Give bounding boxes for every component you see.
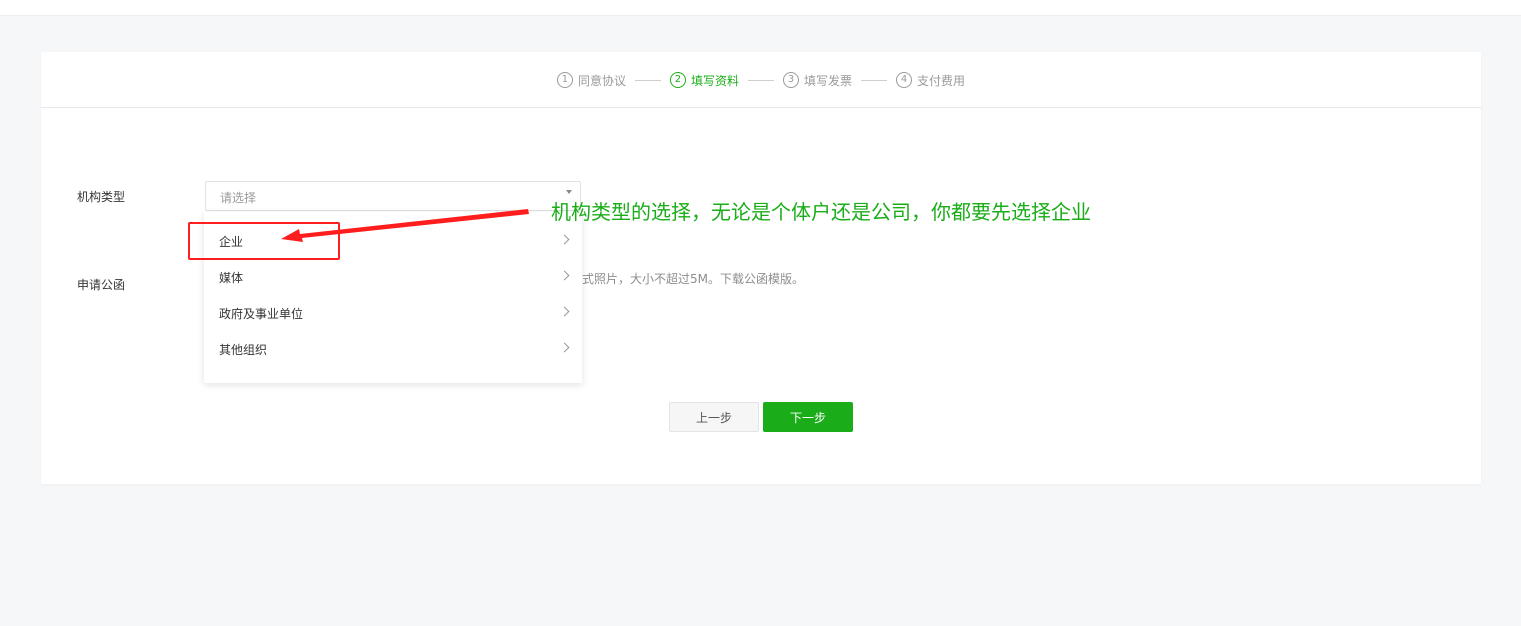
annotation-arrow-icon: [281, 209, 529, 242]
annotation-text: 机构类型的选择，无论是个体户还是公司，你都要先选择企业: [551, 200, 1091, 224]
